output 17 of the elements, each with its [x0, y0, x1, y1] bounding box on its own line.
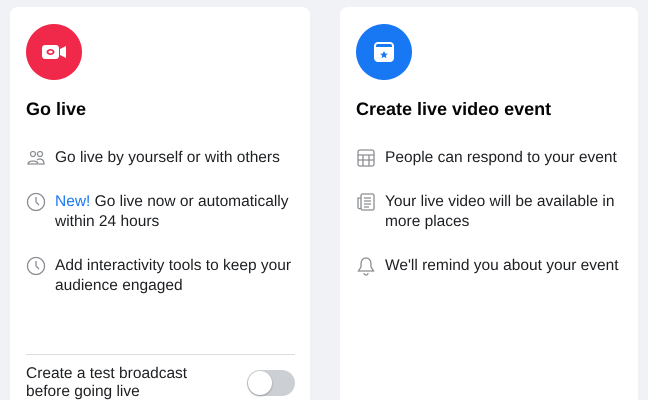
- clock-icon: [26, 192, 46, 212]
- card-title: Go live: [26, 99, 88, 120]
- option-card[interactable]: Create live video event People can respond to your event Your live video will be available in more places We'll remind you about your event: [340, 7, 638, 400]
- toggle-label: Create a test broadcast before going live: [26, 365, 188, 400]
- bell-icon: [356, 256, 376, 276]
- toggle-switch[interactable]: [247, 370, 295, 396]
- feature-text: People can respond to your event: [385, 148, 617, 168]
- option-card[interactable]: Go live Go live by yourself or with others New! Go live now or automatically within 24 hours Add interactivity tools to keep your audience engaged Create a test broadcast before going live: [10, 7, 310, 400]
- card-title: Create live video event: [356, 99, 552, 120]
- table-icon: [356, 148, 376, 168]
- feature-text: Go live by yourself or with others: [55, 148, 280, 168]
- feature-text: Add interactivity tools to keep your audience engaged: [55, 256, 292, 296]
- clock-icon: [26, 256, 46, 276]
- newspaper-icon: [356, 192, 376, 212]
- feature-text: New! Go live now or automatically within 24 hours: [55, 192, 290, 232]
- feature-text: We'll remind you about your event: [385, 256, 619, 276]
- feature-text: Your live video will be available in more places: [385, 192, 616, 232]
